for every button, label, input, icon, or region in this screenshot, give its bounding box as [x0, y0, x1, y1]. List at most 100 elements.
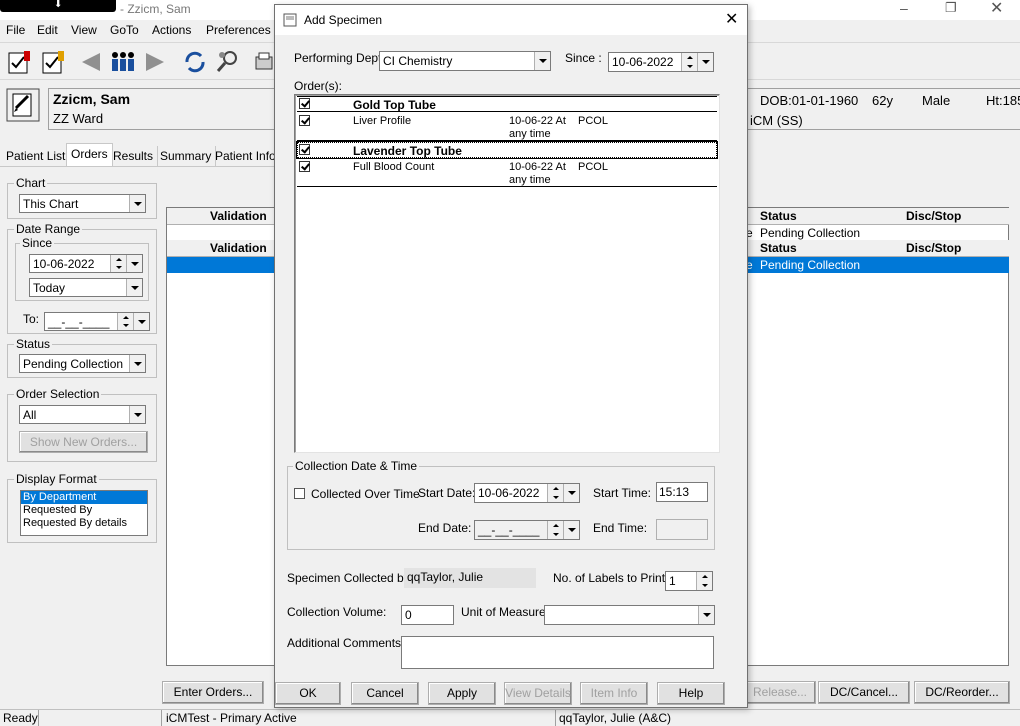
order-group-row[interactable]: Lavender Top Tube	[296, 141, 718, 159]
dialog-since-spinner[interactable]	[681, 53, 697, 71]
group-checkbox[interactable]	[299, 144, 310, 155]
order-item-row[interactable]: Liver Profile 10-06-22 At any time PCOL	[297, 113, 717, 141]
dc-cancel-button[interactable]: DC/Cancel...	[818, 681, 910, 704]
volume-field[interactable]: 0	[401, 605, 454, 625]
group-checkbox[interactable]	[299, 98, 310, 109]
calendar-dropdown-icon[interactable]	[133, 313, 149, 330]
tab-underline	[0, 166, 276, 167]
start-date-field[interactable]: 10-06-2022	[474, 483, 580, 503]
enter-orders-button[interactable]: Enter Orders...	[162, 681, 264, 704]
performing-dept-select[interactable]: CI Chemistry	[379, 51, 551, 71]
start-time-field[interactable]: 15:13	[656, 482, 708, 502]
chart-group-label: Chart	[14, 176, 48, 190]
patient-ward: ZZ Ward	[53, 111, 104, 126]
end-date-field[interactable]: __-__-____	[474, 520, 580, 540]
to-date-field[interactable]: __-__-____	[44, 312, 150, 331]
restore-icon[interactable]: ❐	[945, 0, 957, 16]
menu-goto[interactable]: GoTo	[110, 23, 139, 37]
display-format-label: Display Format	[14, 472, 99, 486]
display-format-list[interactable]: By Department Requested By Requested By …	[20, 490, 148, 536]
comments-field[interactable]	[401, 636, 714, 669]
patient-dob: DOB:01-01-1960	[760, 93, 859, 108]
table-row[interactable]: e Pending Collection	[746, 225, 1009, 240]
status-bar: Ready iCMTest - Primary Active qqTaylor,…	[0, 709, 1020, 726]
table-row[interactable]: e Pending Collection	[746, 257, 1009, 273]
close-icon[interactable]: ✕	[990, 0, 1003, 18]
labels-spinner[interactable]	[696, 572, 712, 590]
tab-patient-info[interactable]: Patient Info	[211, 146, 280, 166]
status-ready: Ready	[3, 711, 38, 725]
since-date-field[interactable]: 10-06-2022	[29, 254, 143, 273]
tab-orders[interactable]: Orders	[66, 143, 113, 167]
grid-selected-row[interactable]	[167, 257, 277, 273]
period-select[interactable]: Today	[29, 278, 143, 297]
calendar-dropdown-icon[interactable]	[563, 484, 579, 502]
order-selection-label: Order Selection	[14, 387, 102, 401]
menu-view[interactable]: View	[71, 23, 97, 37]
order-selection-group: Order Selection All Show New Orders...	[7, 387, 157, 462]
display-format-option[interactable]: By Department	[21, 491, 147, 504]
dialog-since-field[interactable]: 10-06-2022	[608, 52, 714, 72]
unit-select[interactable]	[544, 605, 715, 625]
orders-grid-right[interactable]: Status Disc/Stop e Pending Collection St…	[746, 207, 1009, 666]
item-info-button[interactable]: Item Info	[580, 682, 648, 705]
display-format-option[interactable]: Requested By	[21, 504, 147, 517]
chart-select[interactable]: This Chart	[19, 194, 146, 213]
menu-actions[interactable]: Actions	[152, 23, 191, 37]
back-arrow-icon[interactable]	[78, 51, 104, 73]
refresh-icon[interactable]	[182, 49, 208, 75]
end-time-field[interactable]	[656, 519, 708, 540]
dialog-since-value: 10-06-2022	[612, 55, 674, 69]
start-time-value: 15:13	[659, 485, 690, 499]
tab-summary[interactable]: Summary	[156, 146, 217, 166]
patients-group-icon[interactable]	[108, 49, 138, 75]
apply-button[interactable]: Apply	[428, 682, 496, 705]
status-value: Pending Collection	[23, 357, 124, 371]
patient-name: Zzicm, Sam	[53, 91, 131, 107]
menu-edit[interactable]: Edit	[37, 23, 58, 37]
orders-grid-left[interactable]: Validation Validation	[166, 207, 277, 666]
end-date-spinner[interactable]	[547, 521, 563, 539]
notepad-icon[interactable]	[6, 88, 40, 122]
dialog-since-label: Since :	[565, 51, 602, 65]
forward-arrow-icon[interactable]	[142, 51, 168, 73]
patient-banner-right: DOB:01-01-1960 62y Male Ht:185 iCM (SS)	[748, 88, 1020, 130]
help-button[interactable]: Help	[657, 682, 725, 705]
comments-label: Additional Comments:	[287, 636, 405, 650]
order-item-row[interactable]: Full Blood Count 10-06-22 At any time PC…	[297, 159, 717, 187]
to-date-spinner[interactable]	[117, 313, 133, 330]
display-format-option[interactable]: Requested By details	[21, 517, 147, 530]
dc-reorder-button[interactable]: DC/Reorder...	[914, 681, 1010, 704]
calendar-dropdown-icon[interactable]	[126, 255, 142, 272]
menu-preferences[interactable]: Preferences	[206, 23, 271, 37]
status-select[interactable]: Pending Collection	[19, 354, 146, 373]
minimize-icon[interactable]: –	[900, 0, 908, 16]
order-checkbox[interactable]	[299, 115, 310, 126]
since-date-spinner[interactable]	[110, 255, 126, 272]
dialog-close-icon[interactable]: ✕	[725, 9, 738, 29]
clipboard-add-icon[interactable]	[40, 49, 68, 75]
orders-list[interactable]: Gold Top Tube Liver Profile 10-06-22 At …	[294, 94, 720, 453]
order-group-row[interactable]: Gold Top Tube	[297, 96, 717, 112]
grid-header-1: Status Disc/Stop	[746, 208, 1009, 225]
calendar-dropdown-icon[interactable]	[563, 521, 579, 539]
calendar-dropdown-icon[interactable]	[697, 53, 713, 71]
collected-by-label: Specimen Collected by:	[287, 571, 414, 585]
tab-results[interactable]: Results	[109, 146, 159, 166]
print-icon[interactable]	[254, 51, 274, 75]
ok-button[interactable]: OK	[275, 682, 341, 705]
cancel-button[interactable]: Cancel	[351, 682, 419, 705]
collected-over-time-checkbox[interactable]	[294, 488, 305, 499]
menu-file[interactable]: File	[6, 23, 25, 37]
order-selection-select[interactable]: All	[19, 405, 146, 424]
patient-banner: Zzicm, Sam ZZ Ward	[48, 88, 276, 130]
labels-to-print-stepper[interactable]: 1	[665, 571, 713, 591]
show-new-orders-button[interactable]: Show New Orders...	[19, 431, 148, 453]
find-patient-icon[interactable]	[214, 49, 240, 75]
view-details-button[interactable]: View Details	[504, 682, 572, 705]
order-checkbox[interactable]	[299, 161, 310, 172]
tab-patient-list[interactable]: Patient List	[2, 146, 71, 166]
clipboard-check-icon[interactable]	[6, 49, 34, 75]
chart-select-value: This Chart	[23, 197, 79, 211]
start-date-spinner[interactable]	[547, 484, 563, 502]
